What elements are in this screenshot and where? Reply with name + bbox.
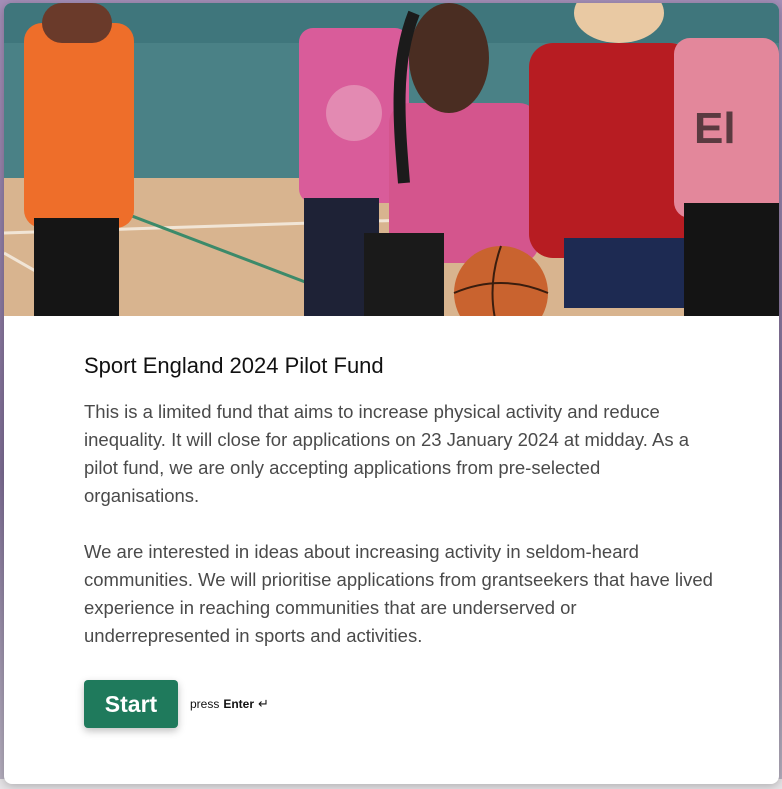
form-intro: Sport England 2024 Pilot Fund This is a … xyxy=(84,351,714,650)
hint-key-text: Enter xyxy=(223,697,255,711)
photo-girls-playing-basketball-icon: El xyxy=(4,3,779,316)
form-title: Sport England 2024 Pilot Fund xyxy=(84,353,384,378)
intro-paragraph-1: This is a limited fund that aims to incr… xyxy=(84,401,690,506)
svg-text:El: El xyxy=(694,104,736,153)
welcome-card: El Sport England 2024 Pilot Fund This is… xyxy=(4,3,779,784)
enter-icon: ↵ xyxy=(258,696,269,711)
start-actions: Start press Enter ↵ xyxy=(84,680,269,728)
intro-paragraph-2: We are interested in ideas about increas… xyxy=(84,541,713,646)
hint-press-text: press xyxy=(190,697,220,711)
hero-image: El xyxy=(4,3,779,316)
keyboard-hint: press Enter ↵ xyxy=(190,696,269,712)
start-button[interactable]: Start xyxy=(84,680,178,728)
